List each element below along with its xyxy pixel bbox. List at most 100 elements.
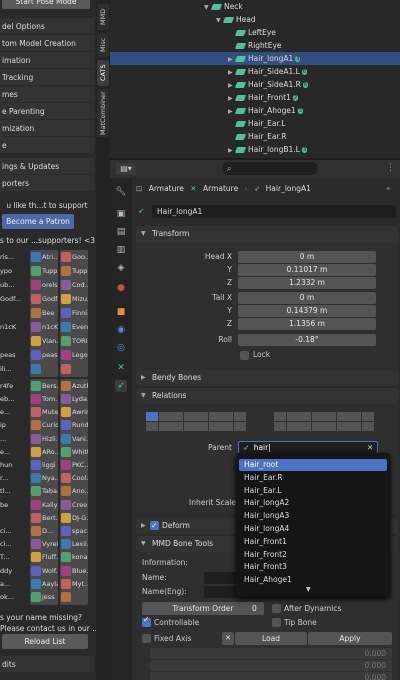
start-pose-mode-button[interactable]: Start Pose Mode bbox=[2, 0, 90, 9]
deform-checkbox[interactable] bbox=[150, 518, 159, 534]
bone-layer-toggle[interactable] bbox=[208, 422, 221, 431]
reload-list-button[interactable]: Reload List bbox=[2, 634, 88, 649]
bone-layer-toggle[interactable] bbox=[336, 422, 349, 431]
bone-layer-toggle[interactable] bbox=[286, 412, 299, 421]
supporter-item[interactable] bbox=[30, 362, 58, 377]
lock-checkbox[interactable] bbox=[240, 351, 249, 360]
head-z-field[interactable]: 1.2332 m bbox=[238, 277, 376, 289]
panel-options-icon[interactable]: ⋮ bbox=[386, 162, 396, 174]
outliner-row[interactable]: ▼ Head bbox=[110, 13, 400, 26]
scene-icon[interactable]: ◈ bbox=[115, 262, 127, 274]
supporter-item[interactable]: Vian... bbox=[30, 334, 58, 349]
supporter-item[interactable]: n1cK bbox=[30, 320, 58, 335]
bone-layer-toggle[interactable] bbox=[171, 412, 183, 421]
bone-layer-toggle[interactable] bbox=[158, 412, 171, 421]
outliner-row[interactable]: ▼ Neck bbox=[110, 0, 400, 13]
relations-section-header[interactable]: ▼ Relations bbox=[136, 388, 398, 404]
outliner-row[interactable]: RightEye bbox=[110, 39, 400, 52]
outliner-row[interactable]: Hair_Ear.L bbox=[110, 117, 400, 130]
bone-layer-toggle[interactable] bbox=[221, 422, 233, 431]
supporter-item[interactable]: ypo bbox=[0, 264, 28, 279]
outliner-row[interactable]: ▶ Hair_longA1 3 bbox=[110, 52, 400, 65]
supporter-item[interactable]: ub... bbox=[0, 278, 28, 293]
after-dynamics-checkbox[interactable] bbox=[272, 604, 281, 613]
bone-layer-toggle[interactable] bbox=[221, 412, 233, 421]
outliner-row[interactable]: ▶ Hair_SideA1.L 6 bbox=[110, 65, 400, 78]
bone-layer-toggle[interactable] bbox=[208, 412, 221, 421]
supporter-item[interactable] bbox=[0, 334, 28, 349]
become-patron-button[interactable]: Become a Patron bbox=[2, 214, 74, 229]
bone-layer-toggle[interactable] bbox=[286, 422, 299, 431]
physics-icon[interactable]: ◉ bbox=[115, 324, 127, 336]
constraints-icon[interactable]: ◎ bbox=[115, 342, 127, 354]
tip-bone-checkbox[interactable] bbox=[272, 618, 281, 627]
transform-section-header[interactable]: ▼ Transform bbox=[136, 226, 398, 242]
outliner-row[interactable]: ▶ Hair_Front1 2 bbox=[110, 91, 400, 104]
tab-cats[interactable]: CATS bbox=[97, 60, 109, 86]
supporter-item[interactable]: Lego... bbox=[60, 348, 88, 363]
supporter-item[interactable] bbox=[60, 362, 88, 377]
axis-value-field[interactable]: 0.000 bbox=[150, 660, 392, 671]
parent-option[interactable]: Hair_longA3 bbox=[239, 510, 387, 522]
cats-menu-row[interactable]: e bbox=[0, 137, 94, 154]
supporter-item[interactable]: Finni... bbox=[60, 306, 88, 321]
head-y-field[interactable]: 0.11017 m bbox=[238, 264, 376, 276]
bone-layer-toggle[interactable] bbox=[196, 412, 208, 421]
bone-layer-toggle[interactable] bbox=[336, 412, 349, 421]
transform-order-field[interactable]: Transform Order 0 bbox=[142, 602, 264, 615]
fixed-axis-checkbox[interactable] bbox=[142, 634, 151, 643]
pin-icon[interactable]: ⌖ bbox=[386, 182, 390, 196]
object-icon[interactable]: ■ bbox=[115, 306, 127, 318]
bone-name-field[interactable]: Hair_longA1 bbox=[152, 205, 396, 218]
outliner-row[interactable]: LeftEye bbox=[110, 26, 400, 39]
apply-button[interactable]: Apply bbox=[308, 632, 392, 645]
cats-menu-row[interactable]: ings & Updates bbox=[0, 158, 94, 175]
bone-layer-toggle[interactable] bbox=[299, 412, 311, 421]
outliner-row[interactable]: ▶ Hair_longB1.L 3 bbox=[110, 143, 400, 156]
supporter-item[interactable]: Goo... bbox=[60, 250, 88, 265]
outliner-row[interactable]: ▶ Hair_Ahoge1 3 bbox=[110, 104, 400, 117]
supporter-item[interactable]: Tupp... bbox=[60, 264, 88, 279]
bone-layer-toggle[interactable] bbox=[361, 422, 374, 431]
outliner-row[interactable]: ▶ Hair_SideA1.R 6 bbox=[110, 78, 400, 91]
editor-type-icon[interactable]: ▤▾ bbox=[116, 163, 136, 175]
bone-layer-toggle[interactable] bbox=[183, 422, 196, 431]
bendy-bones-section-header[interactable]: ▶ Bendy Bones bbox=[136, 370, 398, 386]
supporter-item[interactable]: Cod... bbox=[60, 278, 88, 293]
supporter-item[interactable]: peas bbox=[30, 348, 58, 363]
supporter-item[interactable]: ok... bbox=[0, 590, 28, 605]
supporter-item[interactable]: TORI... bbox=[60, 334, 88, 349]
supporter-item[interactable]: ili... bbox=[0, 362, 28, 377]
supporter-item[interactable]: peas bbox=[0, 348, 28, 363]
bone-layer-toggle[interactable] bbox=[146, 412, 158, 421]
roll-field[interactable]: -0.18° bbox=[238, 334, 376, 346]
world-icon[interactable]: ● bbox=[115, 282, 127, 294]
outliner-row[interactable]: Hair_Ear.R bbox=[110, 130, 400, 143]
cats-menu-row[interactable]: imation bbox=[0, 52, 94, 69]
head-x-field[interactable]: 0 m bbox=[238, 251, 376, 263]
bone-layer-toggle[interactable] bbox=[311, 422, 324, 431]
bone-layer-toggle[interactable] bbox=[274, 422, 286, 431]
cats-menu-row[interactable]: Tracking bbox=[0, 69, 94, 86]
name-eng-field[interactable] bbox=[204, 586, 238, 598]
supporter-item[interactable]: Bee bbox=[30, 306, 58, 321]
view-layer-icon[interactable]: ▥ bbox=[115, 244, 127, 256]
tail-z-field[interactable]: 1.1356 m bbox=[238, 318, 376, 330]
parent-option[interactable]: Hair_Front2 bbox=[239, 549, 387, 561]
parent-option[interactable]: Hair_longA2 bbox=[239, 497, 387, 509]
tail-x-field[interactable]: 0 m bbox=[238, 292, 376, 304]
supporter-item[interactable]: jess bbox=[30, 590, 58, 605]
bone-layer-toggle[interactable] bbox=[361, 412, 374, 421]
name-field[interactable] bbox=[204, 572, 238, 584]
cats-menu-row[interactable]: mes bbox=[0, 86, 94, 103]
render-icon[interactable]: ▣ bbox=[115, 208, 127, 220]
parent-option[interactable]: Hair_Ahoge1 bbox=[239, 574, 387, 586]
bone-properties-icon[interactable]: ➶ bbox=[115, 380, 127, 392]
credits-row[interactable]: dits bbox=[0, 656, 94, 673]
controllable-checkbox[interactable] bbox=[142, 615, 151, 627]
bone-layer-toggle[interactable] bbox=[349, 422, 361, 431]
parent-option[interactable]: Hair_Ear.L bbox=[239, 485, 387, 497]
scroll-down-icon[interactable]: ▼ bbox=[306, 586, 311, 593]
supporter-item[interactable]: orels1 bbox=[30, 278, 58, 293]
bone-layer-toggle[interactable] bbox=[349, 412, 361, 421]
